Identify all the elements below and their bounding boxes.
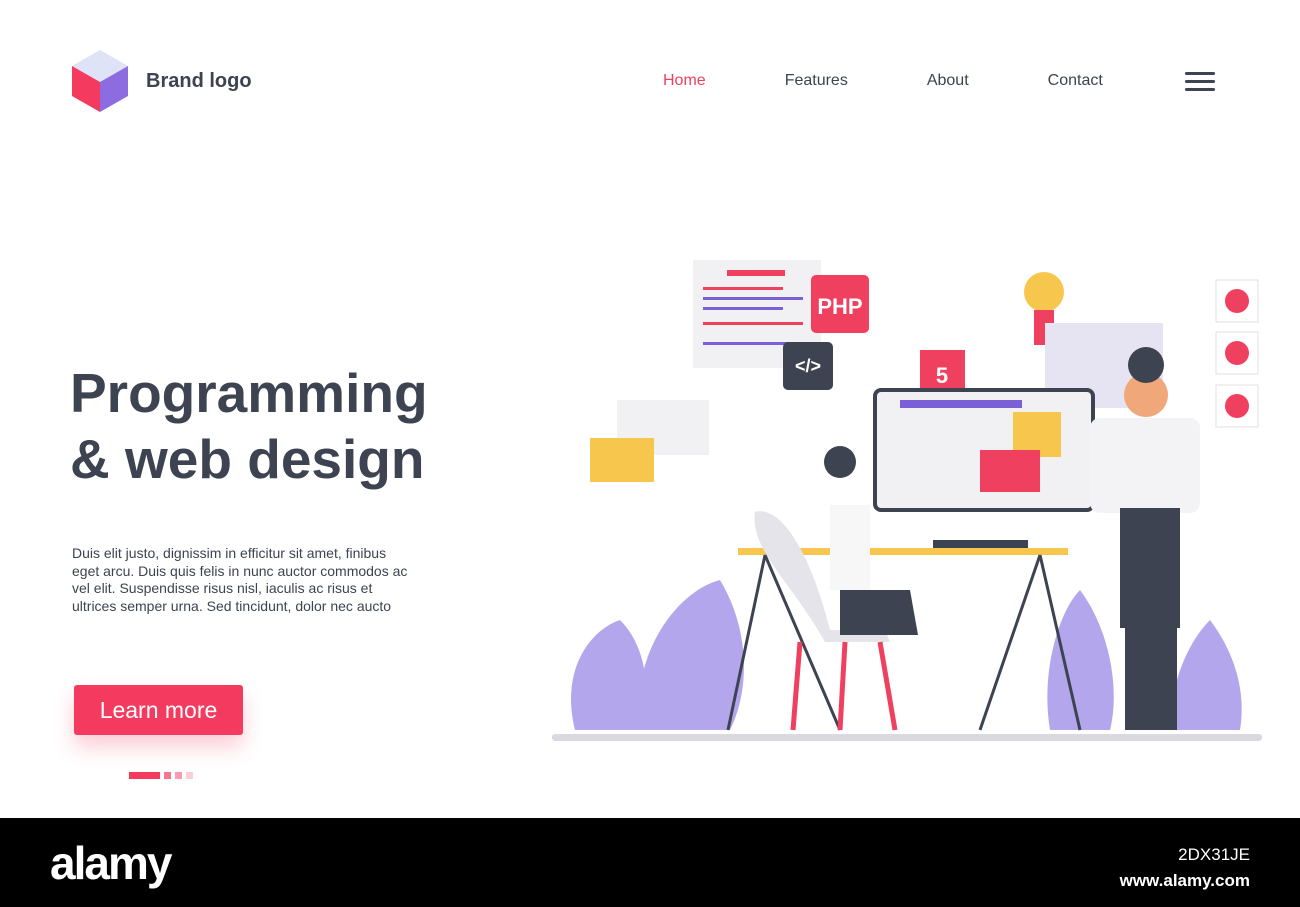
pager-dot-active[interactable]: [129, 772, 160, 779]
watermark-footer: alamy 2DX31JE www.alamy.com: [0, 818, 1300, 907]
nav-features[interactable]: Features: [785, 72, 848, 90]
hero-description: Duis elit justo, dignissim in efficitur …: [72, 545, 408, 614]
site-url: www.alamy.com: [1119, 871, 1250, 890]
php-badge: PHP: [817, 294, 862, 319]
pager-dot[interactable]: [186, 772, 193, 779]
pager: [129, 772, 193, 779]
image-id: 2DX31JE: [1178, 845, 1250, 864]
page-title: Programming & web design: [70, 362, 428, 490]
html5-badge: 5: [936, 363, 948, 388]
programming-illustration: PHP </> 5: [552, 260, 1262, 741]
brand-logo[interactable]: Brand logo: [72, 50, 252, 112]
main-nav: Home Features About Contact: [663, 72, 1182, 90]
learn-more-button[interactable]: Learn more: [74, 685, 243, 735]
code-badge: </>: [795, 356, 821, 376]
nav-contact[interactable]: Contact: [1048, 72, 1103, 90]
brand-name: Brand logo: [146, 69, 252, 92]
pager-dot[interactable]: [175, 772, 182, 779]
nav-home[interactable]: Home: [663, 72, 706, 90]
hamburger-icon[interactable]: [1185, 72, 1215, 96]
pager-dot[interactable]: [164, 772, 171, 779]
cube-logo-icon: [72, 50, 128, 112]
alamy-logo: alamy: [50, 837, 172, 889]
nav-about[interactable]: About: [927, 72, 969, 90]
